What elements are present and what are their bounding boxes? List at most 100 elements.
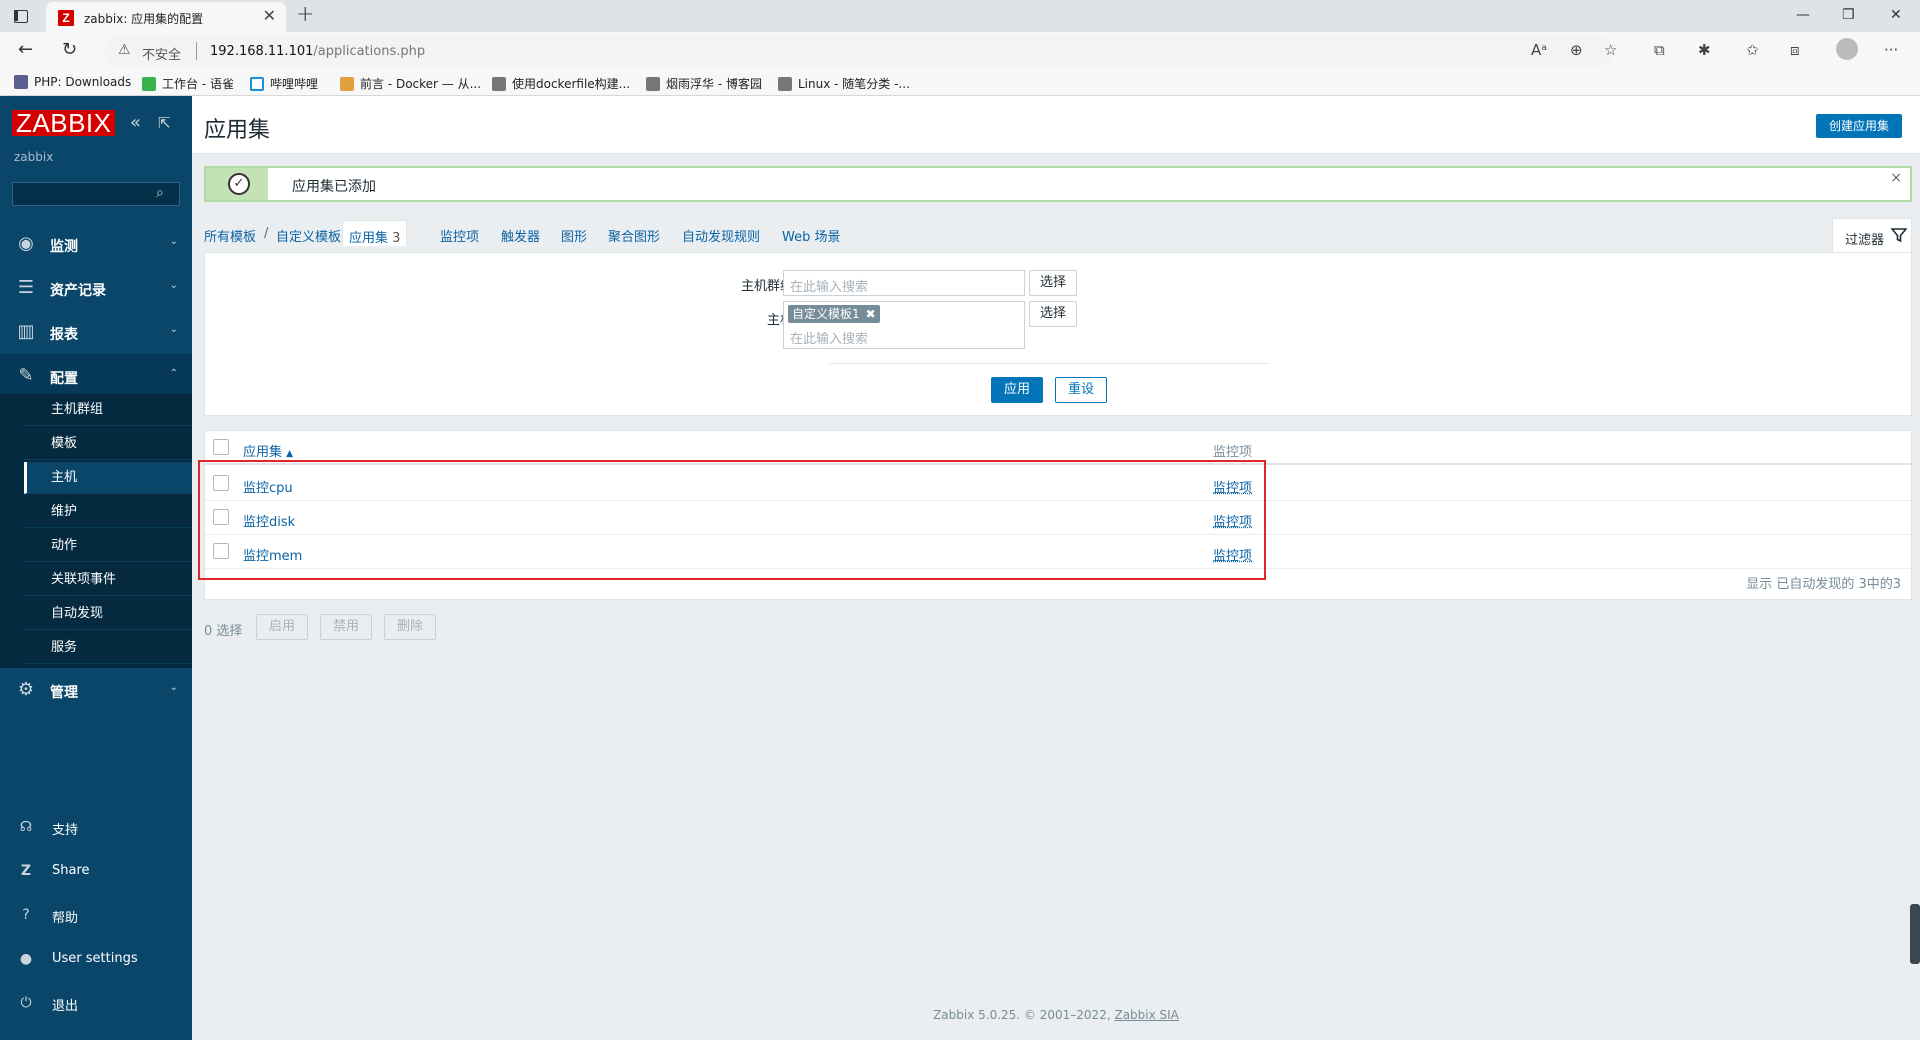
bookmark-php[interactable]: PHP: Downloads [14,75,131,89]
menu-inventory[interactable]: ☰ 资产记录 ⌄ [0,266,192,310]
submenu-maintenance[interactable]: 维护 [24,496,192,528]
menu-reports[interactable]: ▥ 报表 ⌄ [0,310,192,354]
profile-avatar[interactable] [1836,38,1858,60]
application-name-link[interactable]: 监控cpu [243,477,293,496]
minimize-icon[interactable]: — [1796,5,1810,25]
back-icon[interactable]: ← [18,40,33,60]
chip-remove-icon[interactable]: ✖ [866,305,876,323]
zabbix-logo[interactable]: ZABBIX [12,110,116,136]
yuque-icon [142,76,156,91]
tab-screens[interactable]: 聚合图形 [608,226,660,245]
row-checkbox[interactable] [213,543,229,559]
new-tab-icon[interactable]: + [296,3,314,27]
tab-items[interactable]: 监控项 [440,226,479,245]
menu-signout[interactable]: ⏻ 退出 [0,988,192,1018]
host-label: 主机 [766,313,793,328]
bookmark-yuque[interactable]: 工作台 - 语雀 [142,75,234,92]
tab-web-scenarios[interactable]: Web 场景 [782,226,840,245]
tab-actions-icon[interactable] [10,7,30,25]
table-row: 监控mem 监控项 [205,535,1911,569]
restore-icon[interactable]: ❐ [1842,5,1855,25]
favorites-icon[interactable]: ✩ [1746,40,1759,60]
close-icon[interactable]: × [1890,170,1902,186]
favorite-add-icon[interactable]: ☆ [1604,40,1617,60]
tab-discovery-rules[interactable]: 自动发现规则 [682,226,760,245]
sort-asc-icon: ▲ [286,449,294,459]
application-name-link[interactable]: 监控disk [243,511,295,530]
filter-tab[interactable]: 过滤器 [1832,218,1912,252]
host-group-input[interactable]: 在此输入搜索 [783,270,1025,296]
enable-button[interactable]: 启用 [256,614,309,640]
menu-monitoring[interactable]: ◉ 监测 ⌄ [0,222,192,266]
items-link[interactable]: 监控项 [1213,511,1252,530]
items-link[interactable]: 监控项 [1213,477,1252,496]
menu-help[interactable]: ? 帮助 [0,900,192,930]
submenu-templates[interactable]: 模板 [24,428,192,460]
collections-icon[interactable]: ⧈ [1790,40,1800,60]
apply-button[interactable]: 应用 [991,377,1044,403]
host-chip: 自定义模板1 ✖ [788,305,880,323]
warning-icon: ⚠ [118,42,131,58]
scrollbar-handle[interactable] [1910,904,1920,964]
row-checkbox[interactable] [213,509,229,525]
chevron-down-icon: ⌄ [169,324,178,335]
menu-administration[interactable]: ⚙ 管理 ⌄ [0,668,192,712]
browser-tab[interactable]: Z zabbix: 应用集的配置 ✕ [46,2,286,32]
delete-button[interactable]: 删除 [384,614,437,640]
zoom-icon[interactable]: ⊕ [1570,40,1583,60]
submenu-actions[interactable]: 动作 [24,530,192,562]
help-icon: ? [22,907,30,923]
url-field[interactable]: ⚠ 不安全 192.168.11.101/applications.php [104,36,1614,66]
disable-button[interactable]: 禁用 [320,614,373,640]
tab-graphs[interactable]: 图形 [561,226,587,245]
submenu-event-correlation[interactable]: 关联项事件 [24,564,192,596]
reload-icon[interactable]: ↻ [62,40,77,60]
extensions-icon[interactable]: ✱ [1698,40,1711,60]
more-menu-icon[interactable]: ··· [1884,40,1898,60]
menu-configuration[interactable]: ✎ 配置 ⌃ [0,354,192,398]
items-link[interactable]: 监控项 [1213,545,1252,564]
check-icon: ✓ [228,173,250,195]
submenu-services[interactable]: 服务 [24,632,192,664]
breadcrumb-template[interactable]: 自定义模板1 [276,226,349,245]
application-name-link[interactable]: 监控mem [243,545,302,564]
read-aloud-icon[interactable]: Aᵃ [1531,40,1547,60]
submenu-discovery[interactable]: 自动发现 [24,598,192,630]
kiosk-mode-icon[interactable]: ⇱ [158,113,171,133]
column-header-name[interactable]: 应用集 ▲ [243,441,293,460]
menu-user-settings[interactable]: ● User settings [0,944,192,974]
bookmark-bilibili[interactable]: 哔哩哔哩 [250,75,318,92]
reset-button[interactable]: 重设 [1055,377,1108,403]
host-input[interactable]: 自定义模板1 ✖ 在此输入搜索 [783,301,1025,349]
menu-share[interactable]: Z Share [0,856,192,886]
tab-triggers[interactable]: 触发器 [501,226,540,245]
breadcrumb-all-templates[interactable]: 所有模板 [204,226,256,245]
host-select-button[interactable]: 选择 [1029,301,1078,327]
server-name: zabbix [14,150,54,164]
chevron-up-icon: ⌃ [169,368,178,379]
bookmark-docker[interactable]: 前言 - Docker — 从... [340,75,481,92]
host-group-select-button[interactable]: 选择 [1029,270,1078,296]
chevron-down-icon: ⌄ [169,682,178,693]
search-input[interactable] [12,182,180,206]
select-all-checkbox[interactable] [213,439,229,455]
menu-label: 报表 [50,327,78,343]
gear-icon: ⚙ [17,679,35,700]
bookmark-yanyu[interactable]: 烟雨浮华 - 博客园 [646,75,762,92]
bookmark-dockerfile[interactable]: 使用dockerfile构建... [492,75,630,92]
bottom-label: 退出 [52,999,79,1014]
tab-applications[interactable]: 应用集 3 [342,220,408,246]
menu-support[interactable]: ☊ 支持 [0,812,192,842]
create-application-button[interactable]: 创建应用集 [1816,114,1903,138]
row-checkbox[interactable] [213,475,229,491]
bookmark-linux[interactable]: Linux - 随笔分类 -... [778,75,910,92]
window-close-icon[interactable]: ✕ [1890,5,1902,25]
translate-icon[interactable]: ⧉ [1654,40,1665,60]
search-icon[interactable]: ⌕ [156,185,164,201]
collapse-sidebar-icon[interactable]: « [130,113,141,133]
submenu-host-groups[interactable]: 主机群组 [24,394,192,426]
footer-link[interactable]: Zabbix SIA [1114,1008,1178,1022]
chart-icon: ▥ [17,321,35,342]
submenu-hosts[interactable]: 主机 [24,462,192,494]
tab-close-icon[interactable]: ✕ [263,7,276,25]
